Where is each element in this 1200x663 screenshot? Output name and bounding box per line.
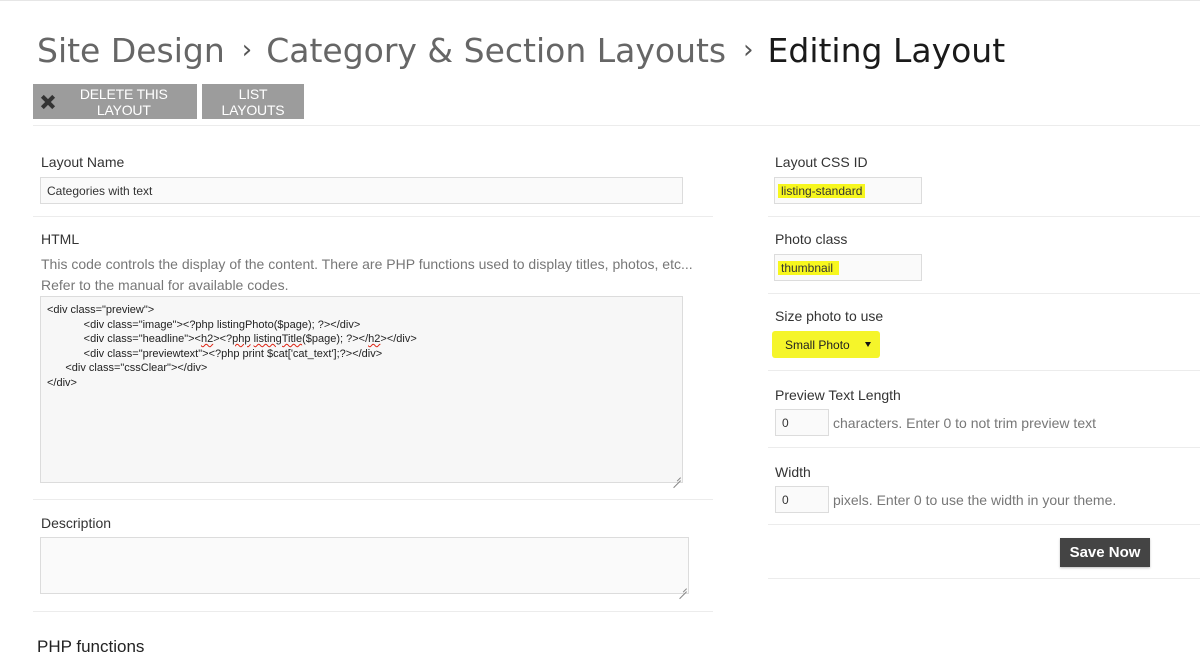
page-title: Editing Layout	[767, 30, 1006, 70]
close-icon	[41, 95, 54, 109]
divider	[768, 293, 1200, 294]
layout-css-id-label: Layout CSS ID	[775, 154, 868, 170]
preview-text-length-input[interactable]: 0	[775, 409, 829, 436]
html-code-content: <div class="preview"> <div class="image"…	[47, 303, 417, 391]
code-line: <div class="preview">	[47, 304, 155, 316]
preview-text-length-value: 0	[782, 415, 789, 430]
size-photo-select[interactable]: Small Photo	[778, 334, 877, 355]
php-functions-heading: PHP functions	[37, 637, 145, 656]
code-line: <div class="image"><?php listingPhoto($p…	[47, 318, 361, 331]
photo-class-value: thumbnail	[778, 260, 840, 275]
divider	[768, 447, 1200, 448]
code-line: <div class="cssClear"></div>	[47, 362, 208, 375]
layout-css-id-value: listing-standard	[778, 183, 866, 198]
code-line: <div class="previewtext"><?php print $ca…	[47, 347, 383, 360]
layout-name-label: Layout Name	[41, 154, 125, 170]
delete-layout-button[interactable]: DELETE THIS LAYOUT	[33, 84, 197, 119]
html-help-text: This code controls the display of the co…	[41, 256, 693, 293]
breadcrumb-site-design[interactable]: Site Design	[37, 31, 225, 70]
layout-name-value: Categories with text	[47, 183, 153, 198]
width-hint: pixels. Enter 0 to use the width in your…	[833, 492, 1117, 508]
breadcrumb-category-section-layouts[interactable]: Category & Section Layouts	[266, 31, 726, 70]
divider	[768, 524, 1200, 525]
resize-handle-icon[interactable]	[679, 584, 687, 592]
cut-off-text-row	[37, 659, 677, 663]
list-layouts-button[interactable]: LIST LAYOUTS	[202, 84, 304, 119]
code-line: <div class="headline"><h2><?php listingT…	[47, 333, 417, 346]
save-now-label: Save Now	[1069, 544, 1141, 561]
resize-handle-icon[interactable]	[673, 473, 681, 481]
width-input[interactable]: 0	[775, 486, 829, 513]
top-border	[0, 0, 1200, 1]
breadcrumb-separator: ›	[241, 35, 253, 65]
html-label: HTML	[41, 231, 80, 247]
layout-name-input[interactable]: Categories with text	[40, 177, 683, 204]
description-label: Description	[41, 515, 112, 531]
size-photo-selected: Small Photo	[785, 337, 850, 352]
description-textarea[interactable]	[40, 537, 689, 594]
preview-text-length-label: Preview Text Length	[775, 387, 901, 403]
divider	[768, 578, 1200, 579]
photo-class-label: Photo class	[775, 231, 848, 247]
divider	[33, 216, 713, 217]
divider	[33, 125, 1200, 126]
code-line: </div>	[47, 376, 77, 389]
list-layouts-label: LIST LAYOUTS	[221, 85, 285, 118]
photo-class-input[interactable]: thumbnail	[774, 254, 922, 281]
breadcrumb: Site Design › Category & Section Layouts…	[37, 26, 1005, 74]
preview-text-length-hint: characters. Enter 0 to not trim preview …	[833, 415, 1096, 431]
width-label: Width	[775, 464, 811, 480]
dropdown-arrow-icon	[865, 342, 871, 347]
size-photo-label: Size photo to use	[775, 308, 884, 324]
save-now-button[interactable]: Save Now	[1060, 538, 1150, 567]
divider	[768, 370, 1200, 371]
delete-layout-label: DELETE THIS LAYOUT	[79, 85, 168, 118]
divider	[33, 611, 713, 612]
breadcrumb-separator: ›	[743, 35, 754, 65]
width-value: 0	[782, 492, 789, 507]
layout-css-id-input[interactable]: listing-standard	[774, 177, 922, 204]
divider	[768, 216, 1200, 217]
divider	[33, 499, 713, 500]
